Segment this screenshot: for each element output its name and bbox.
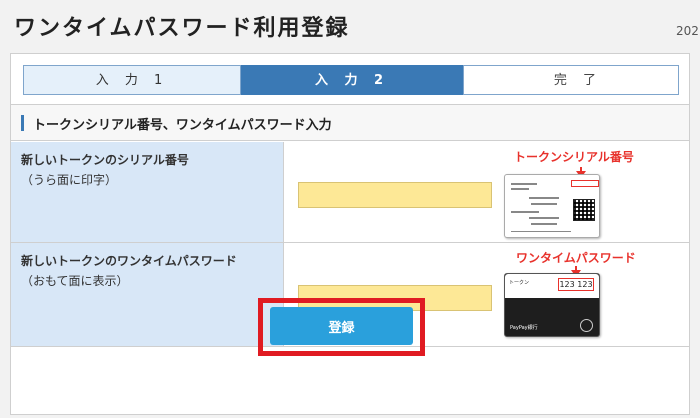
token-card-front-image: トークン 123 123 PayPay銀行 [504, 273, 600, 337]
serial-highlight-box [571, 180, 599, 187]
otp-label: 新しいトークンのワンタイムパスワード [21, 254, 237, 268]
section-header: トークンシリアル番号、ワンタイムパスワード入力 [11, 104, 689, 141]
card-text-line [511, 188, 529, 190]
card-display-area: トークン 123 123 [505, 274, 599, 298]
otp-sublabel: （おもて面に表示） [21, 274, 129, 288]
otp-display: 123 123 [558, 278, 594, 291]
card-text-line [531, 223, 557, 225]
serial-label-cell: 新しいトークンのシリアル番号 （うら面に印字） [11, 142, 284, 242]
qr-code-icon [573, 199, 595, 221]
serial-card-caption: トークンシリアル番号 [514, 150, 634, 164]
step-input-1: 入 力 1 [23, 65, 241, 95]
card-button-icon [580, 319, 593, 332]
otp-card-caption: ワンタイムパスワード [516, 251, 636, 265]
step-input-2-current: 入 力 2 [241, 65, 463, 95]
register-button[interactable]: 登録 [270, 307, 413, 345]
card-text-line [511, 231, 571, 232]
serial-number-input[interactable] [298, 182, 492, 208]
date-text: 202 [676, 24, 699, 38]
card-text-line [529, 197, 559, 199]
section-bar [21, 115, 24, 131]
serial-sublabel: （うら面に印字） [21, 173, 118, 187]
card-text-line [511, 183, 537, 185]
serial-label: 新しいトークンのシリアル番号 [21, 153, 189, 167]
card-brand-logo: PayPay銀行 [510, 325, 538, 331]
form-panel: 入 力 1 入 力 2 完 了 トークンシリアル番号、ワンタイムパスワード入力 … [10, 53, 690, 415]
serial-row: 新しいトークンのシリアル番号 （うら面に印字） トークンシリアル番号 [11, 142, 689, 243]
step-complete: 完 了 [463, 65, 679, 95]
card-text-line [531, 203, 557, 205]
token-card-back-image [504, 174, 600, 238]
otp-label-cell: 新しいトークンのワンタイムパスワード （おもて面に表示） [11, 243, 284, 346]
card-front-label: トークン [509, 280, 530, 286]
card-text-line [511, 211, 539, 213]
section-title: トークンシリアル番号、ワンタイムパスワード入力 [33, 118, 332, 133]
step-indicator: 入 力 1 入 力 2 完 了 [23, 65, 679, 95]
card-text-line [529, 217, 559, 219]
page-title: ワンタイムパスワード利用登録 [14, 16, 350, 41]
